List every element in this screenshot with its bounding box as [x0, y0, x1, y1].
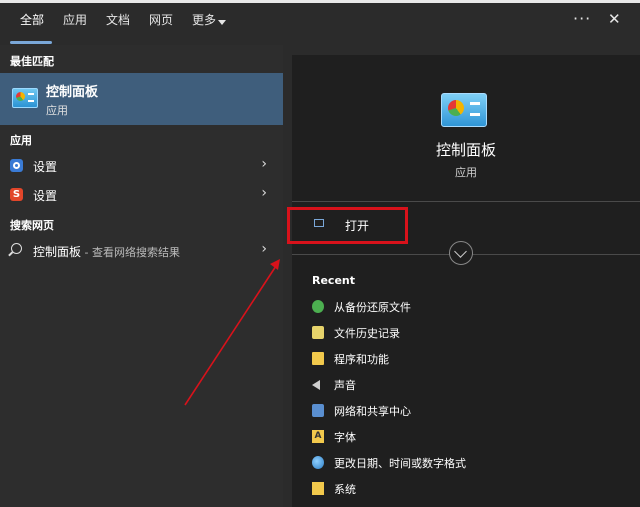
arrow-shaft — [184, 265, 277, 406]
annotation-arrow — [184, 259, 280, 406]
